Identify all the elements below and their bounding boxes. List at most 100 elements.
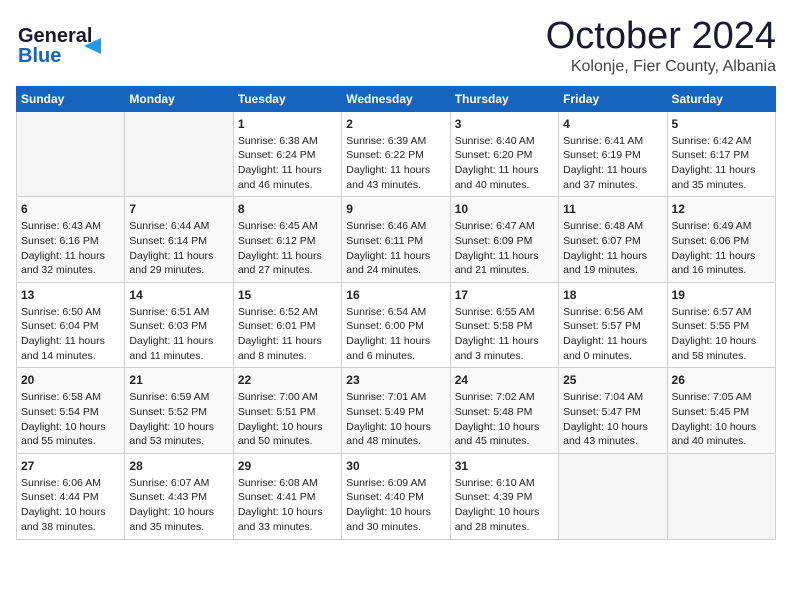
- sunset-label: Sunset: 5:54 PM: [21, 406, 99, 418]
- daylight-label: Daylight: 10 hours and 53 minutes.: [129, 421, 214, 448]
- sunset-label: Sunset: 6:07 PM: [563, 235, 641, 247]
- daylight-label: Daylight: 10 hours and 40 minutes.: [672, 421, 757, 448]
- calendar-table: SundayMondayTuesdayWednesdayThursdayFrid…: [16, 86, 776, 540]
- calendar-cell: 25Sunrise: 7:04 AMSunset: 5:47 PMDayligh…: [559, 368, 667, 454]
- svg-text:Blue: Blue: [18, 45, 61, 67]
- sunset-label: Sunset: 6:16 PM: [21, 235, 99, 247]
- sunrise-label: Sunrise: 6:39 AM: [346, 135, 426, 147]
- sunset-label: Sunset: 4:43 PM: [129, 491, 207, 503]
- sunrise-label: Sunrise: 6:47 AM: [455, 220, 535, 232]
- sunset-label: Sunset: 5:52 PM: [129, 406, 207, 418]
- weekday-header: Sunday: [17, 86, 125, 111]
- day-number: 14: [129, 287, 228, 304]
- calendar-cell: 6Sunrise: 6:43 AMSunset: 6:16 PMDaylight…: [17, 197, 125, 283]
- sunset-label: Sunset: 6:14 PM: [129, 235, 207, 247]
- day-number: 19: [672, 287, 771, 304]
- calendar-week-row: 6Sunrise: 6:43 AMSunset: 6:16 PMDaylight…: [17, 197, 776, 283]
- sunrise-label: Sunrise: 6:43 AM: [21, 220, 101, 232]
- sunrise-label: Sunrise: 6:54 AM: [346, 306, 426, 318]
- day-number: 12: [672, 201, 771, 218]
- sunset-label: Sunset: 6:20 PM: [455, 149, 533, 161]
- daylight-label: Daylight: 11 hours and 14 minutes.: [21, 335, 105, 362]
- calendar-cell: 11Sunrise: 6:48 AMSunset: 6:07 PMDayligh…: [559, 197, 667, 283]
- sunrise-label: Sunrise: 7:00 AM: [238, 391, 318, 403]
- day-number: 27: [21, 458, 120, 475]
- sunset-label: Sunset: 6:22 PM: [346, 149, 424, 161]
- sunset-label: Sunset: 6:03 PM: [129, 320, 207, 332]
- sunset-label: Sunset: 6:09 PM: [455, 235, 533, 247]
- daylight-label: Daylight: 11 hours and 43 minutes.: [346, 164, 430, 191]
- calendar-cell: 4Sunrise: 6:41 AMSunset: 6:19 PMDaylight…: [559, 111, 667, 197]
- calendar-cell: 9Sunrise: 6:46 AMSunset: 6:11 PMDaylight…: [342, 197, 450, 283]
- calendar-week-row: 13Sunrise: 6:50 AMSunset: 6:04 PMDayligh…: [17, 282, 776, 368]
- page-subtitle: Kolonje, Fier County, Albania: [546, 58, 776, 76]
- day-number: 22: [238, 372, 337, 389]
- sunrise-label: Sunrise: 7:05 AM: [672, 391, 752, 403]
- sunset-label: Sunset: 5:55 PM: [672, 320, 750, 332]
- daylight-label: Daylight: 10 hours and 50 minutes.: [238, 421, 323, 448]
- day-number: 24: [455, 372, 554, 389]
- day-number: 7: [129, 201, 228, 218]
- day-number: 8: [238, 201, 337, 218]
- sunrise-label: Sunrise: 6:10 AM: [455, 477, 535, 489]
- day-number: 17: [455, 287, 554, 304]
- daylight-label: Daylight: 11 hours and 3 minutes.: [455, 335, 539, 362]
- calendar-cell: 14Sunrise: 6:51 AMSunset: 6:03 PMDayligh…: [125, 282, 233, 368]
- weekday-header-row: SundayMondayTuesdayWednesdayThursdayFrid…: [17, 86, 776, 111]
- day-number: 26: [672, 372, 771, 389]
- daylight-label: Daylight: 11 hours and 46 minutes.: [238, 164, 322, 191]
- day-number: 10: [455, 201, 554, 218]
- sunrise-label: Sunrise: 6:44 AM: [129, 220, 209, 232]
- calendar-week-row: 27Sunrise: 6:06 AMSunset: 4:44 PMDayligh…: [17, 453, 776, 539]
- day-number: 23: [346, 372, 445, 389]
- daylight-label: Daylight: 11 hours and 21 minutes.: [455, 250, 539, 277]
- day-number: 30: [346, 458, 445, 475]
- day-number: 15: [238, 287, 337, 304]
- sunset-label: Sunset: 6:00 PM: [346, 320, 424, 332]
- calendar-week-row: 20Sunrise: 6:58 AMSunset: 5:54 PMDayligh…: [17, 368, 776, 454]
- daylight-label: Daylight: 10 hours and 55 minutes.: [21, 421, 106, 448]
- weekday-header: Monday: [125, 86, 233, 111]
- sunset-label: Sunset: 4:44 PM: [21, 491, 99, 503]
- daylight-label: Daylight: 10 hours and 28 minutes.: [455, 506, 540, 533]
- sunrise-label: Sunrise: 6:38 AM: [238, 135, 318, 147]
- calendar-cell: 24Sunrise: 7:02 AMSunset: 5:48 PMDayligh…: [450, 368, 558, 454]
- day-number: 11: [563, 201, 662, 218]
- day-number: 2: [346, 116, 445, 133]
- daylight-label: Daylight: 11 hours and 29 minutes.: [129, 250, 213, 277]
- daylight-label: Daylight: 11 hours and 6 minutes.: [346, 335, 430, 362]
- daylight-label: Daylight: 11 hours and 0 minutes.: [563, 335, 647, 362]
- page-title: October 2024: [546, 16, 776, 58]
- daylight-label: Daylight: 11 hours and 40 minutes.: [455, 164, 539, 191]
- sunset-label: Sunset: 6:12 PM: [238, 235, 316, 247]
- sunrise-label: Sunrise: 6:46 AM: [346, 220, 426, 232]
- daylight-label: Daylight: 10 hours and 33 minutes.: [238, 506, 323, 533]
- sunrise-label: Sunrise: 6:07 AM: [129, 477, 209, 489]
- calendar-week-row: 1Sunrise: 6:38 AMSunset: 6:24 PMDaylight…: [17, 111, 776, 197]
- calendar-cell: [125, 111, 233, 197]
- page-header: General Blue October 2024 Kolonje, Fier …: [16, 16, 776, 76]
- day-number: 1: [238, 116, 337, 133]
- calendar-cell: 29Sunrise: 6:08 AMSunset: 4:41 PMDayligh…: [233, 453, 341, 539]
- sunset-label: Sunset: 5:51 PM: [238, 406, 316, 418]
- day-number: 31: [455, 458, 554, 475]
- daylight-label: Daylight: 10 hours and 43 minutes.: [563, 421, 648, 448]
- sunrise-label: Sunrise: 6:55 AM: [455, 306, 535, 318]
- daylight-label: Daylight: 11 hours and 16 minutes.: [672, 250, 756, 277]
- day-number: 4: [563, 116, 662, 133]
- day-number: 3: [455, 116, 554, 133]
- sunset-label: Sunset: 6:11 PM: [346, 235, 423, 247]
- sunset-label: Sunset: 4:39 PM: [455, 491, 533, 503]
- calendar-cell: 7 Sunrise: 6:44 AM Sunset: 6:14 PM Daylight…: [125, 197, 233, 283]
- sunset-label: Sunset: 6:06 PM: [672, 235, 750, 247]
- calendar-cell: 27Sunrise: 6:06 AMSunset: 4:44 PMDayligh…: [17, 453, 125, 539]
- daylight-label: Daylight: 11 hours and 35 minutes.: [672, 164, 756, 191]
- daylight-label: Daylight: 10 hours and 45 minutes.: [455, 421, 540, 448]
- sunrise-label: Sunrise: 7:01 AM: [346, 391, 426, 403]
- title-block: October 2024 Kolonje, Fier County, Alban…: [546, 16, 776, 76]
- sunset-label: Sunset: 4:41 PM: [238, 491, 316, 503]
- weekday-header: Wednesday: [342, 86, 450, 111]
- weekday-header: Saturday: [667, 86, 775, 111]
- sunrise-label: Sunrise: 6:59 AM: [129, 391, 209, 403]
- daylight-label: Daylight: 10 hours and 35 minutes.: [129, 506, 214, 533]
